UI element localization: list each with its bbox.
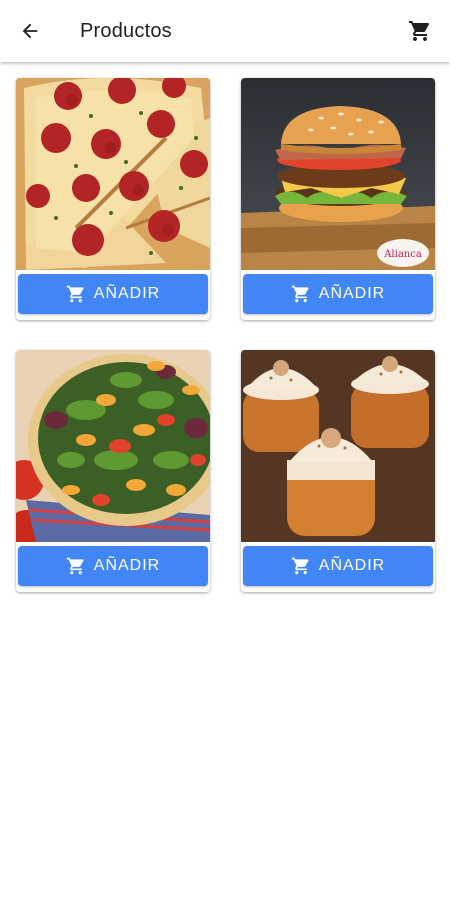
add-shopping-cart-icon [66, 284, 86, 304]
product-card-burger[interactable]: Alianca AÑADIR [241, 78, 435, 320]
add-button-burger[interactable]: AÑADIR [243, 274, 433, 314]
app-bar: Productos [0, 0, 450, 62]
product-card-salad[interactable]: AÑADIR [16, 350, 210, 592]
add-shopping-cart-icon [291, 556, 311, 576]
add-button-dessert[interactable]: AÑADIR [243, 546, 433, 586]
add-shopping-cart-icon [66, 556, 86, 576]
add-button-salad[interactable]: AÑADIR [18, 546, 208, 586]
add-button-label: AÑADIR [318, 557, 386, 574]
shopping-cart-icon [408, 19, 432, 43]
brand-logo: Alianca [383, 249, 422, 260]
cart-button[interactable] [404, 15, 436, 47]
product-image-pizza[interactable] [16, 78, 210, 270]
add-button-label: AÑADIR [93, 557, 161, 574]
product-card-pizza[interactable]: AÑADIR [16, 78, 210, 320]
back-button[interactable] [14, 15, 46, 47]
product-image-dessert[interactable] [241, 350, 435, 542]
product-image-salad[interactable] [16, 350, 210, 542]
add-button-pizza[interactable]: AÑADIR [18, 274, 208, 314]
product-card-dessert[interactable]: AÑADIR [241, 350, 435, 592]
arrow-back-icon [19, 20, 41, 42]
add-shopping-cart-icon [291, 284, 311, 304]
page-title: Productos [80, 20, 172, 42]
add-button-label: AÑADIR [318, 285, 386, 302]
add-button-label: AÑADIR [93, 285, 161, 302]
product-image-burger[interactable]: Alianca [241, 78, 435, 270]
